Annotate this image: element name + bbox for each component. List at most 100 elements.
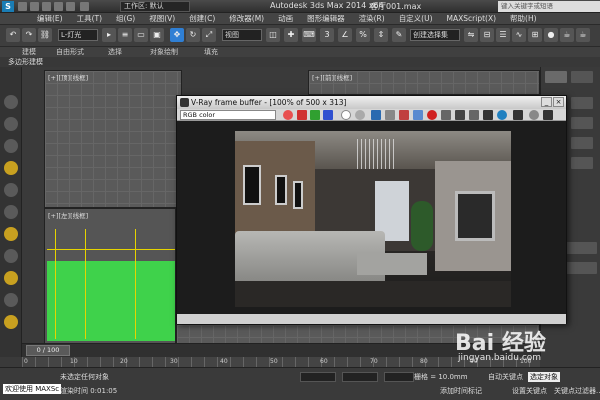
tool-icon-10[interactable] [4, 293, 18, 307]
reference-coord-select[interactable]: 视图 [222, 29, 262, 41]
menu-animation[interactable]: 动画 [271, 13, 300, 24]
tool-icon-3[interactable] [4, 139, 18, 153]
search-input[interactable]: 键入关键字或短语 [498, 1, 600, 12]
curve-editor-icon[interactable]: ∿ [512, 28, 526, 42]
window-cross-icon[interactable]: ▣ [150, 28, 164, 42]
layer-manager-icon[interactable]: ☰ [496, 28, 510, 42]
select-by-name-icon[interactable]: ≡ [118, 28, 132, 42]
panel-button-2[interactable] [571, 97, 593, 109]
selection-filter-select[interactable]: L-灯光 [58, 29, 98, 41]
named-selection-select[interactable]: 创建选择集 [410, 29, 460, 41]
menu-customize[interactable]: 自定义(U) [392, 13, 440, 24]
menu-edit[interactable]: 编辑(E) [30, 13, 70, 24]
spinner-snap-icon[interactable]: ⇕ [374, 28, 388, 42]
render-last-icon[interactable] [469, 110, 479, 120]
mono-button[interactable] [355, 110, 365, 120]
menu-graph-editors[interactable]: 图形编辑器 [300, 13, 352, 24]
move-icon[interactable]: ✥ [170, 28, 184, 42]
viewport-top-label[interactable]: [+][顶][线框] [48, 72, 88, 82]
tool-icon-2[interactable] [4, 117, 18, 131]
channel-select[interactable]: RGB color [180, 110, 276, 120]
viewport-left[interactable]: [+][左][线框] [44, 208, 176, 346]
undo-tool-icon[interactable]: ↶ [6, 28, 20, 42]
auto-key-button[interactable]: 自动关键点 [488, 372, 523, 382]
tab-populate[interactable]: 填充 [204, 47, 218, 57]
workspace-select[interactable]: 工作区: 默认 [120, 1, 190, 12]
redo-tool-icon[interactable]: ↷ [22, 28, 36, 42]
scale-icon[interactable]: ⤢ [202, 28, 216, 42]
menu-views[interactable]: 视图(V) [142, 13, 182, 24]
menu-tools[interactable]: 工具(T) [70, 13, 109, 24]
add-time-tag[interactable]: 添加时间标记 [440, 386, 482, 396]
particle-tool-icon[interactable] [4, 315, 18, 329]
create-tab-icon[interactable] [545, 71, 567, 83]
angle-snap-icon[interactable]: ∠ [338, 28, 352, 42]
new-file-icon[interactable] [18, 2, 27, 11]
time-slider-handle[interactable]: 0 / 100 [26, 345, 70, 356]
history-icon[interactable] [529, 110, 539, 120]
stamp-icon[interactable] [543, 110, 553, 120]
menu-help[interactable]: 帮助(H) [503, 13, 544, 24]
color-picker-icon[interactable] [283, 110, 293, 120]
percent-snap-icon[interactable]: % [356, 28, 370, 42]
save-file-icon[interactable] [42, 2, 51, 11]
select-object-icon[interactable]: ▸ [102, 28, 116, 42]
render-canvas[interactable] [177, 121, 566, 314]
viewport-front-label[interactable]: [+][前][线框] [312, 72, 352, 82]
shape-tool-icon[interactable] [4, 271, 18, 285]
panel-button-8[interactable] [571, 157, 593, 169]
z-coordinate-field[interactable] [384, 372, 414, 382]
material-editor-icon[interactable]: ● [544, 28, 558, 42]
tab-object-paint[interactable]: 对象绘制 [150, 47, 178, 57]
menu-create[interactable]: 创建(C) [182, 13, 222, 24]
menu-modifiers[interactable]: 修改器(M) [222, 13, 271, 24]
menu-maxscript[interactable]: MAXScript(X) [440, 13, 503, 24]
region-icon[interactable] [455, 110, 465, 120]
track-mouse-icon[interactable] [483, 110, 493, 120]
render-region-icon[interactable] [427, 110, 437, 120]
y-coordinate-field[interactable] [342, 372, 378, 382]
minimize-button[interactable]: _ [541, 97, 552, 107]
tool-icon-5[interactable] [4, 183, 18, 197]
color-correction-icon[interactable] [497, 110, 507, 120]
maxscript-listener[interactable]: 欢迎使用 MAXSc [3, 384, 62, 394]
edit-named-selection-icon[interactable]: ✎ [392, 28, 406, 42]
menu-rendering[interactable]: 渲染(R) [352, 13, 392, 24]
render-icon[interactable]: ☕ [576, 28, 590, 42]
alpha-channel-button[interactable] [341, 110, 351, 120]
undo-icon[interactable] [54, 2, 63, 11]
tool-icon-6[interactable] [4, 205, 18, 219]
redo-icon[interactable] [66, 2, 75, 11]
select-manipulate-icon[interactable]: ✚ [284, 28, 298, 42]
mirror-icon[interactable]: ⇋ [464, 28, 478, 42]
set-key-button[interactable]: 设置关键点 [512, 386, 547, 396]
rect-select-icon[interactable]: ▭ [134, 28, 148, 42]
panel-button-6[interactable] [571, 137, 593, 149]
selected-object-select[interactable]: 选定对象 [528, 372, 560, 382]
blue-channel-button[interactable] [323, 110, 333, 120]
render-setup-icon[interactable]: ☕ [560, 28, 574, 42]
rotate-icon[interactable]: ↻ [186, 28, 200, 42]
green-channel-button[interactable] [310, 110, 320, 120]
load-image-icon[interactable] [385, 110, 395, 120]
panel-button-4[interactable] [571, 117, 593, 129]
key-filters-button[interactable]: 关键点过滤器... [554, 386, 600, 396]
lens-effects-icon[interactable] [513, 110, 523, 120]
save-image-icon[interactable] [371, 110, 381, 120]
tab-selection[interactable]: 选择 [108, 47, 122, 57]
align-icon[interactable]: ⊟ [480, 28, 494, 42]
viewport-front[interactable]: [+][前][线框] [308, 70, 540, 95]
duplicate-icon[interactable] [413, 110, 423, 120]
modify-tab-icon[interactable] [571, 71, 593, 83]
tab-modeling[interactable]: 建模 [22, 47, 36, 57]
link-icon[interactable]: ⛓ [38, 28, 52, 42]
sphere-tool-icon[interactable] [4, 227, 18, 241]
project-folder-icon[interactable] [80, 2, 89, 11]
clear-image-icon[interactable] [399, 110, 409, 120]
close-button[interactable]: × [553, 97, 564, 107]
max-logo-icon[interactable]: S [2, 1, 14, 12]
pivot-icon[interactable]: ◫ [266, 28, 280, 42]
polygon-modeling-label[interactable]: 多边形建模 [8, 57, 43, 67]
viewport-left-label[interactable]: [+][左][线框] [48, 210, 88, 220]
tool-icon-1[interactable] [4, 95, 18, 109]
